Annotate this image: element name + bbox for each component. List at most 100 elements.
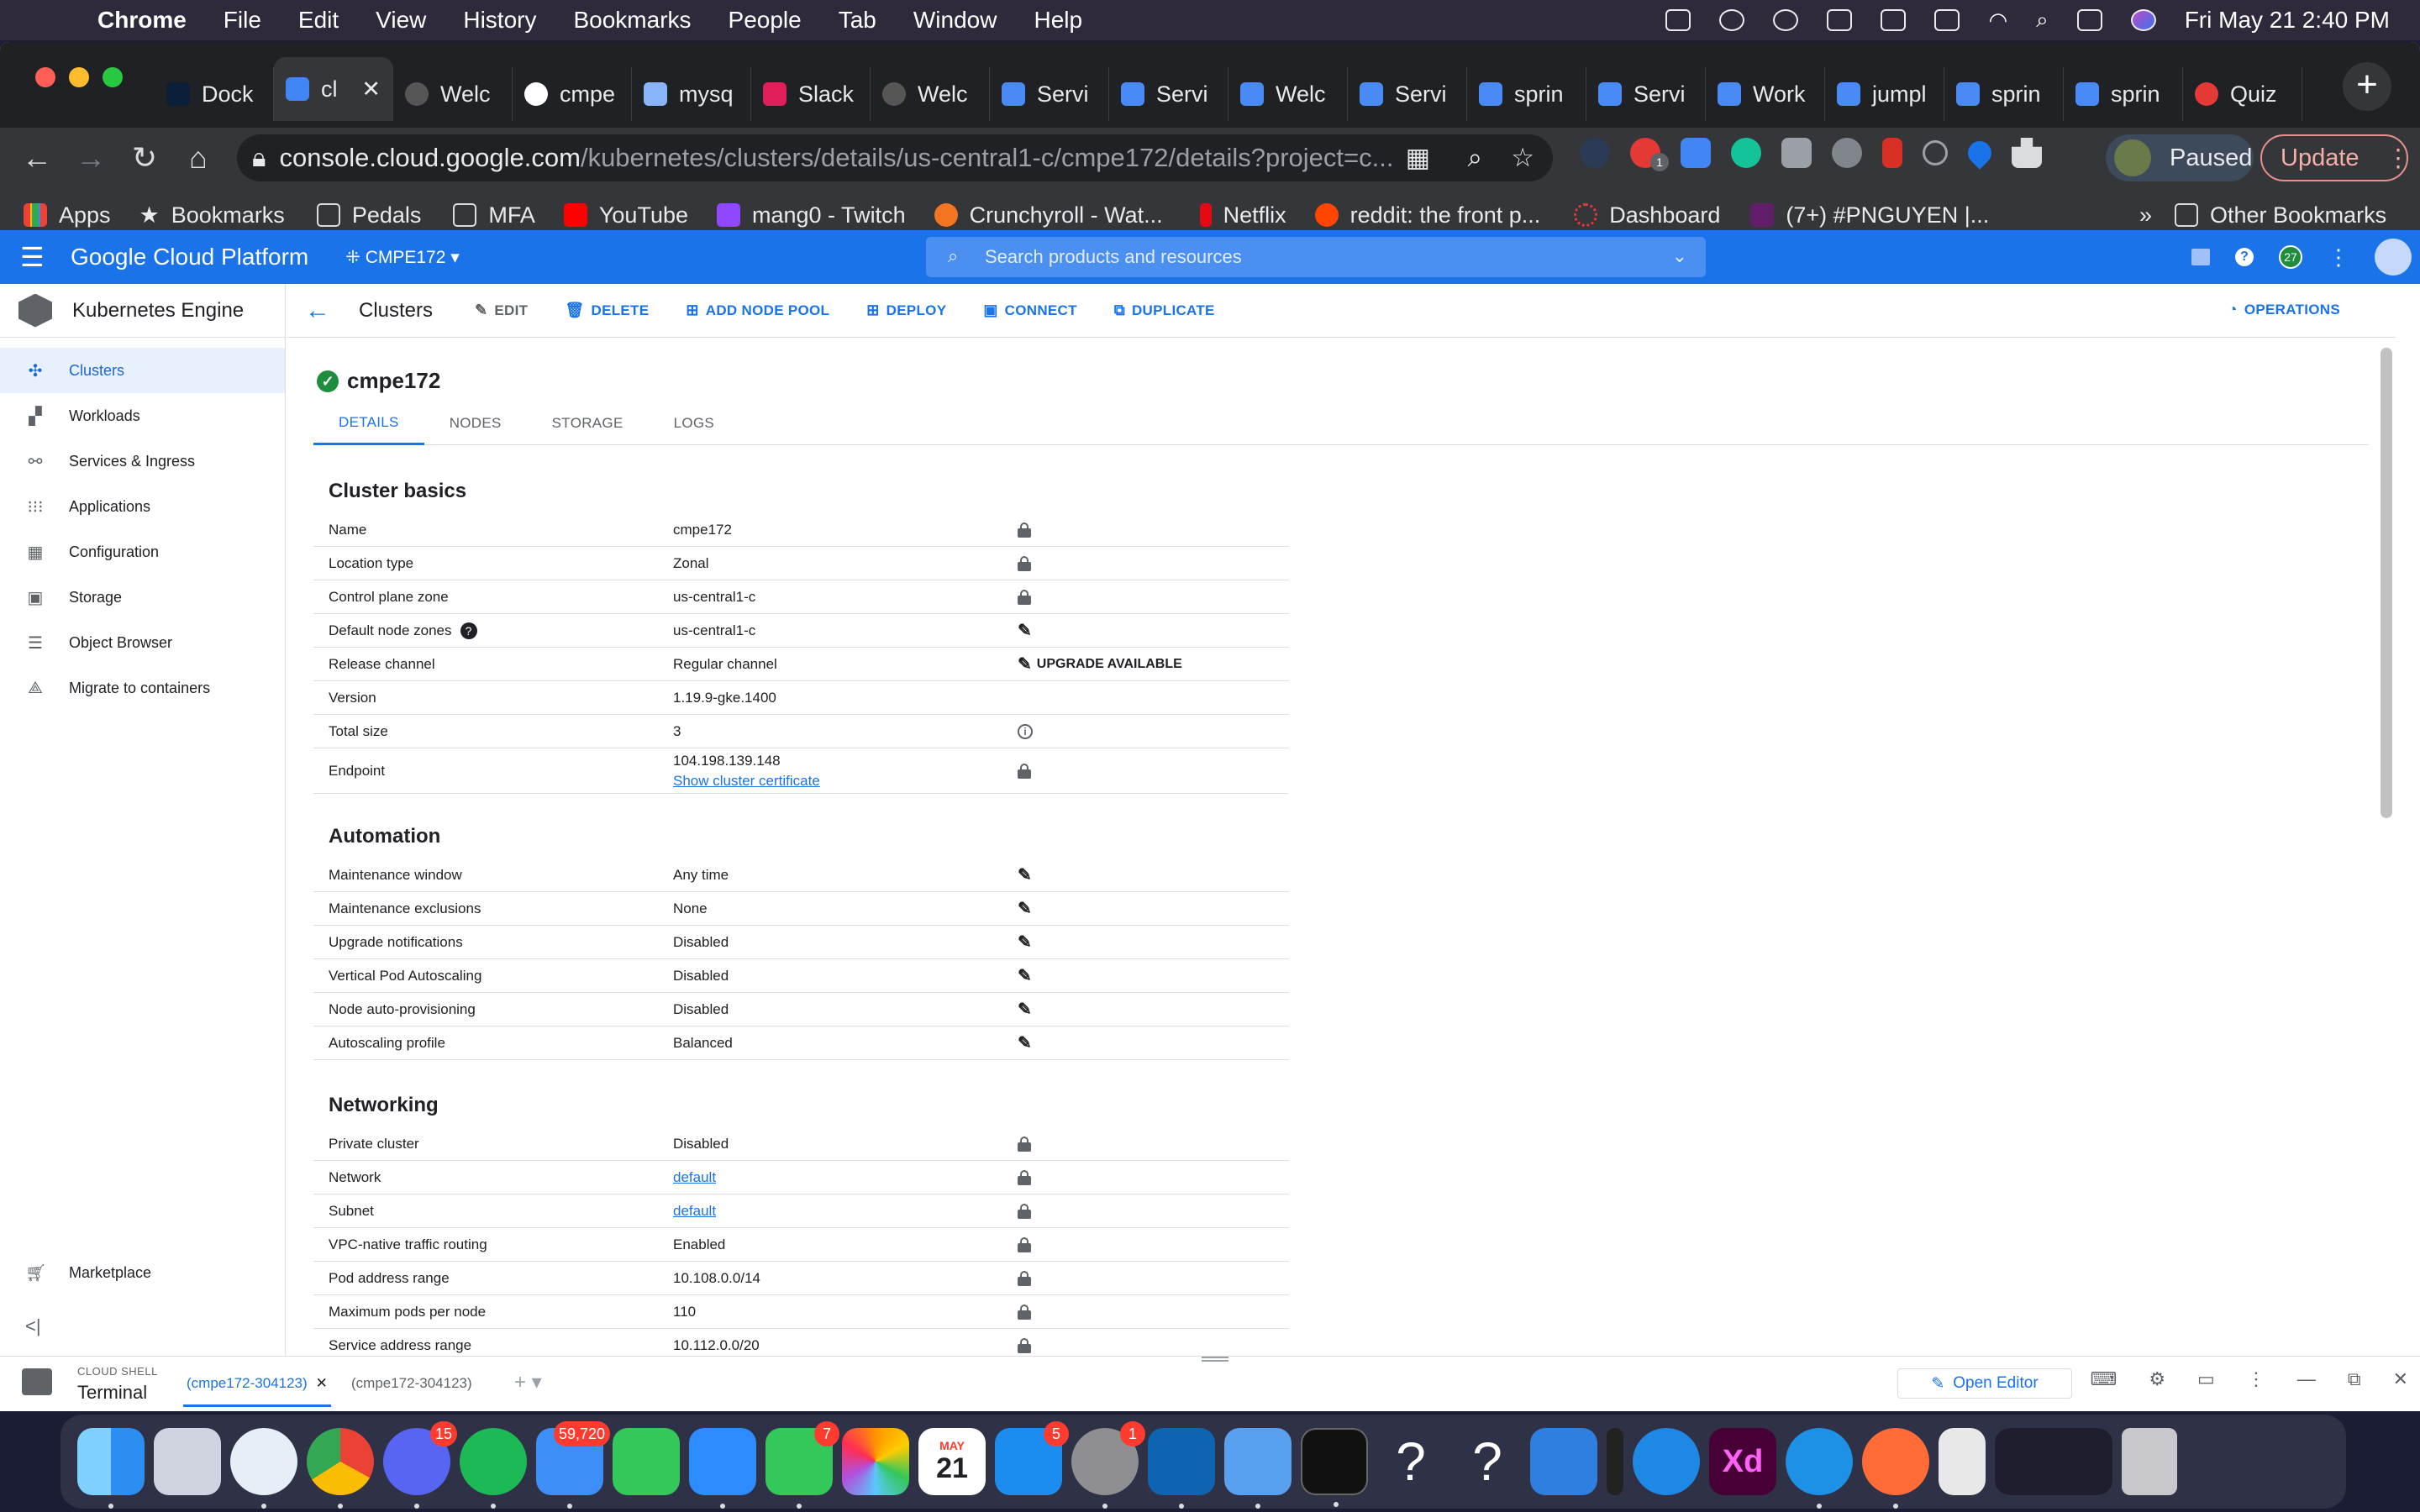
record-status-icon[interactable] xyxy=(1719,9,1745,31)
user-avatar[interactable] xyxy=(2375,239,2412,276)
browser-tab[interactable]: Servi xyxy=(990,67,1109,121)
extensions-puzzle-icon[interactable] xyxy=(2012,138,2042,168)
menu-window[interactable]: Window xyxy=(913,7,997,34)
browser-tab[interactable]: Welc xyxy=(871,67,990,121)
launchpad-icon[interactable] xyxy=(154,1428,221,1495)
time-machine-icon[interactable] xyxy=(1827,9,1853,31)
edit-pencil-icon[interactable]: ✎ xyxy=(1018,1032,1032,1053)
unknown-app-icon[interactable]: ? xyxy=(1454,1428,1521,1495)
hamburger-menu-icon[interactable]: ☰ xyxy=(20,241,62,273)
extension-icon[interactable] xyxy=(1580,138,1610,168)
sidebar-item-clusters[interactable]: ✣ Clusters xyxy=(0,348,285,393)
messages-icon[interactable]: 7 xyxy=(765,1421,839,1509)
close-icon[interactable]: ✕ xyxy=(2393,1368,2408,1390)
edit-button[interactable]: ✎ EDIT xyxy=(475,302,528,319)
menu-app-name[interactable]: Chrome xyxy=(97,7,187,34)
browser-tab[interactable]: Servi xyxy=(1109,67,1228,121)
resize-grip-icon[interactable] xyxy=(1202,1357,1228,1362)
menu-history[interactable]: History xyxy=(463,7,536,34)
close-tab-icon[interactable]: ✕ xyxy=(361,76,381,102)
browser-tab[interactable]: Servi xyxy=(1586,67,1706,121)
bookmark-apps[interactable]: Apps xyxy=(24,202,111,228)
calendar-icon[interactable]: MAY 21 xyxy=(918,1428,986,1495)
browser-tab[interactable]: Slack xyxy=(751,67,871,121)
zoom-window-button[interactable] xyxy=(103,67,123,87)
discord-icon[interactable]: 15 xyxy=(383,1421,457,1509)
unknown-app-icon[interactable]: ? xyxy=(1377,1428,1444,1495)
mail-icon[interactable]: 59,720 xyxy=(536,1421,610,1509)
cloud-shell-icon[interactable] xyxy=(2191,249,2210,265)
minimize-icon[interactable]: — xyxy=(2297,1368,2316,1390)
sidebar-item-services[interactable]: ⚯ Services & Ingress xyxy=(0,438,285,484)
minimize-window-button[interactable] xyxy=(69,67,89,87)
safari-icon[interactable] xyxy=(1633,1428,1700,1495)
tab-storage[interactable]: STORAGE xyxy=(527,402,649,445)
gcp-brand[interactable]: Google Cloud Platform xyxy=(71,244,308,270)
shell-tab[interactable]: (cmpe172-304123) xyxy=(351,1375,472,1392)
bookmark-slack[interactable]: (7+) #PNGUYEN |... xyxy=(1750,202,1989,228)
back-arrow-icon[interactable]: ← xyxy=(305,297,339,325)
vscode-icon[interactable] xyxy=(1148,1428,1215,1509)
settings-gear-icon[interactable]: ⚙ xyxy=(2149,1368,2165,1390)
copilot-icon[interactable] xyxy=(230,1428,297,1509)
browser-tab[interactable]: Dock xyxy=(155,67,274,121)
zoom-icon[interactable] xyxy=(689,1428,756,1509)
browser-tab[interactable]: Quiz xyxy=(2183,67,2302,121)
tab-logs[interactable]: LOGS xyxy=(649,402,739,445)
browser-tab[interactable]: Work xyxy=(1706,67,1825,121)
bookmark-other[interactable]: Other Bookmarks xyxy=(2175,202,2386,228)
tab-nodes[interactable]: NODES xyxy=(424,402,527,445)
bookmark-folder-pedals[interactable]: Pedals xyxy=(316,202,421,228)
shell-tab-active[interactable]: (cmpe172-304123) ✕ xyxy=(183,1375,331,1407)
trash-icon[interactable] xyxy=(2122,1428,2177,1495)
deploy-button[interactable]: ⊞ DEPLOY xyxy=(866,302,946,319)
collapse-sidebar-icon[interactable]: <| xyxy=(25,1315,41,1337)
browser-tab-active[interactable]: cl ✕ xyxy=(274,57,393,121)
bookmark-dashboard[interactable]: Dashboard xyxy=(1574,202,1720,228)
grammarly-icon[interactable] xyxy=(1731,138,1761,168)
kebab-menu-icon[interactable]: ⋮ xyxy=(2386,144,2411,173)
help-icon[interactable]: ? xyxy=(2235,248,2254,266)
connect-button[interactable]: ▣ CONNECT xyxy=(983,302,1076,319)
control-center-icon[interactable] xyxy=(2076,9,2102,31)
menu-help[interactable]: Help xyxy=(1034,7,1082,34)
zoom-status-icon[interactable] xyxy=(1665,9,1691,31)
bookmark-folder-mfa[interactable]: MFA xyxy=(453,202,535,228)
xcode-icon[interactable] xyxy=(1224,1428,1292,1509)
bookmark-crunchyroll[interactable]: Crunchyroll - Wat... xyxy=(934,202,1163,228)
browser-tab[interactable]: Servi xyxy=(1348,67,1467,121)
system-preferences-icon[interactable]: 1 xyxy=(1071,1421,1145,1509)
browser-tab[interactable]: jumpl xyxy=(1825,67,1944,121)
menu-view[interactable]: View xyxy=(376,7,426,34)
new-tab-button[interactable]: + xyxy=(2343,62,2391,111)
sidebar-item-migrate[interactable]: ⟁ Migrate to containers xyxy=(0,665,285,711)
edit-pencil-icon[interactable]: ✎ xyxy=(1018,999,1032,1020)
sidebar-item-configuration[interactable]: ▦ Configuration xyxy=(0,529,285,575)
finder-icon[interactable] xyxy=(77,1428,145,1509)
extension-icon[interactable] xyxy=(1681,138,1711,168)
extension-icon[interactable] xyxy=(1781,138,1812,168)
extension-icon[interactable] xyxy=(1832,138,1862,168)
home-icon[interactable]: ⌂ xyxy=(171,140,225,176)
tab-details[interactable]: DETAILS xyxy=(313,402,424,445)
chrome-icon[interactable] xyxy=(307,1428,374,1509)
back-arrow-icon[interactable]: ← xyxy=(10,140,64,176)
edit-pencil-icon[interactable]: ✎ xyxy=(1018,965,1032,986)
menubar-clock[interactable]: Fri May 21 2:40 PM xyxy=(2185,7,2390,34)
browser-tab[interactable]: cmpe xyxy=(513,67,632,121)
qr-code-icon[interactable]: ▦ xyxy=(1406,143,1430,173)
spotlight-search-icon[interactable]: ⌕ xyxy=(2036,7,2049,34)
notifications-badge[interactable]: 27 xyxy=(2279,245,2302,269)
keyboard-icon[interactable]: ⌨ xyxy=(2091,1368,2118,1390)
siri-icon[interactable] xyxy=(2130,9,2156,31)
battery-icon[interactable] xyxy=(1934,9,1960,31)
adobe-xd-icon[interactable]: Xd xyxy=(1709,1428,1776,1495)
subnet-link[interactable]: default xyxy=(673,1203,716,1219)
menu-people[interactable]: People xyxy=(729,7,802,34)
keyboard-icon[interactable] xyxy=(1881,9,1907,31)
close-icon[interactable]: ✕ xyxy=(316,1375,328,1391)
bookmark-twitch[interactable]: mang0 - Twitch xyxy=(717,202,906,228)
edit-pencil-icon[interactable]: ✎ xyxy=(1018,864,1032,885)
photos-icon[interactable] xyxy=(842,1428,909,1495)
delete-button[interactable]: 🗑︎ DELETE xyxy=(565,302,649,319)
